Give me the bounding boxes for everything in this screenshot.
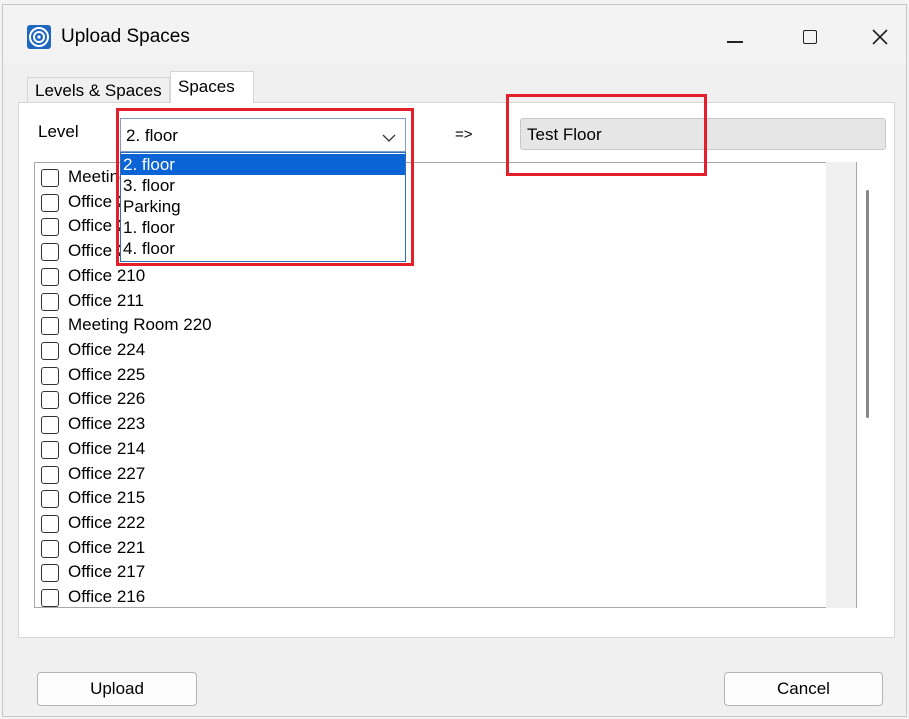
checkbox[interactable] [41,515,59,533]
list-item[interactable]: Office 215 [41,486,741,510]
space-label: Office 214 [68,439,146,458]
cancel-button[interactable]: Cancel [724,672,883,706]
tab-levels-and-spaces[interactable]: Levels & Spaces [27,77,170,102]
upload-button[interactable]: Upload [37,672,197,706]
checkbox[interactable] [41,564,59,582]
title-bar: Upload Spaces [3,5,906,63]
list-item[interactable]: Office 214 [41,437,741,461]
list-item[interactable]: Office 221 [41,536,741,560]
space-label: Office 211 [68,291,144,310]
space-label: Office 221 [68,538,146,557]
list-item[interactable]: Office 227 [41,462,741,486]
space-label: Office 224 [68,340,146,359]
checkbox[interactable] [41,367,59,385]
app-logo-icon [27,25,51,49]
list-item[interactable]: Office 211 [41,289,741,313]
scrollbar-thumb[interactable] [866,190,869,418]
space-label: Office 222 [68,513,146,532]
list-item[interactable]: Office 216 [41,585,741,607]
space-label: Office 215 [68,488,146,507]
checkbox[interactable] [41,268,59,286]
checkbox[interactable] [41,218,59,236]
checkbox[interactable] [41,416,59,434]
checkbox[interactable] [41,441,59,459]
list-scrollbar[interactable] [826,162,856,608]
space-label: Office 210 [68,266,146,285]
list-item[interactable]: Office 224 [41,338,741,362]
space-label: Office 225 [68,365,146,384]
list-item[interactable]: Office 222 [41,511,741,535]
checkbox[interactable] [41,317,59,335]
checkbox[interactable] [41,589,59,607]
window-title: Upload Spaces [61,26,190,47]
checkbox[interactable] [41,466,59,484]
space-label: Meeting Room 220 [68,315,212,334]
list-item[interactable]: Office 225 [41,363,741,387]
space-label: Office 227 [68,464,146,483]
tab-spaces[interactable]: Spaces [170,71,254,103]
close-icon[interactable] [857,15,903,55]
checkbox[interactable] [41,194,59,212]
maximize-icon[interactable] [787,15,833,55]
checkbox[interactable] [41,540,59,558]
checkbox[interactable] [41,243,59,261]
space-label: Office 223 [68,414,146,433]
checkbox[interactable] [41,391,59,409]
checkbox[interactable] [41,342,59,360]
highlight-box-target [506,94,707,176]
space-label: Office 217 [68,562,146,581]
checkbox[interactable] [41,169,59,187]
list-item[interactable]: Meeting Room 220 [41,313,741,337]
checkbox[interactable] [41,293,59,311]
mapping-arrow: => [455,126,473,143]
space-label: Office 226 [68,389,146,408]
checkbox[interactable] [41,490,59,508]
highlight-box-level [116,108,414,266]
list-item[interactable]: Office 223 [41,412,741,436]
list-item[interactable]: Office 226 [41,387,741,411]
list-item[interactable]: Office 217 [41,560,741,584]
space-label: Office 216 [68,587,146,606]
level-label: Level [38,122,79,141]
list-item[interactable]: Office 210 [41,264,741,288]
minimize-icon[interactable] [711,15,757,55]
